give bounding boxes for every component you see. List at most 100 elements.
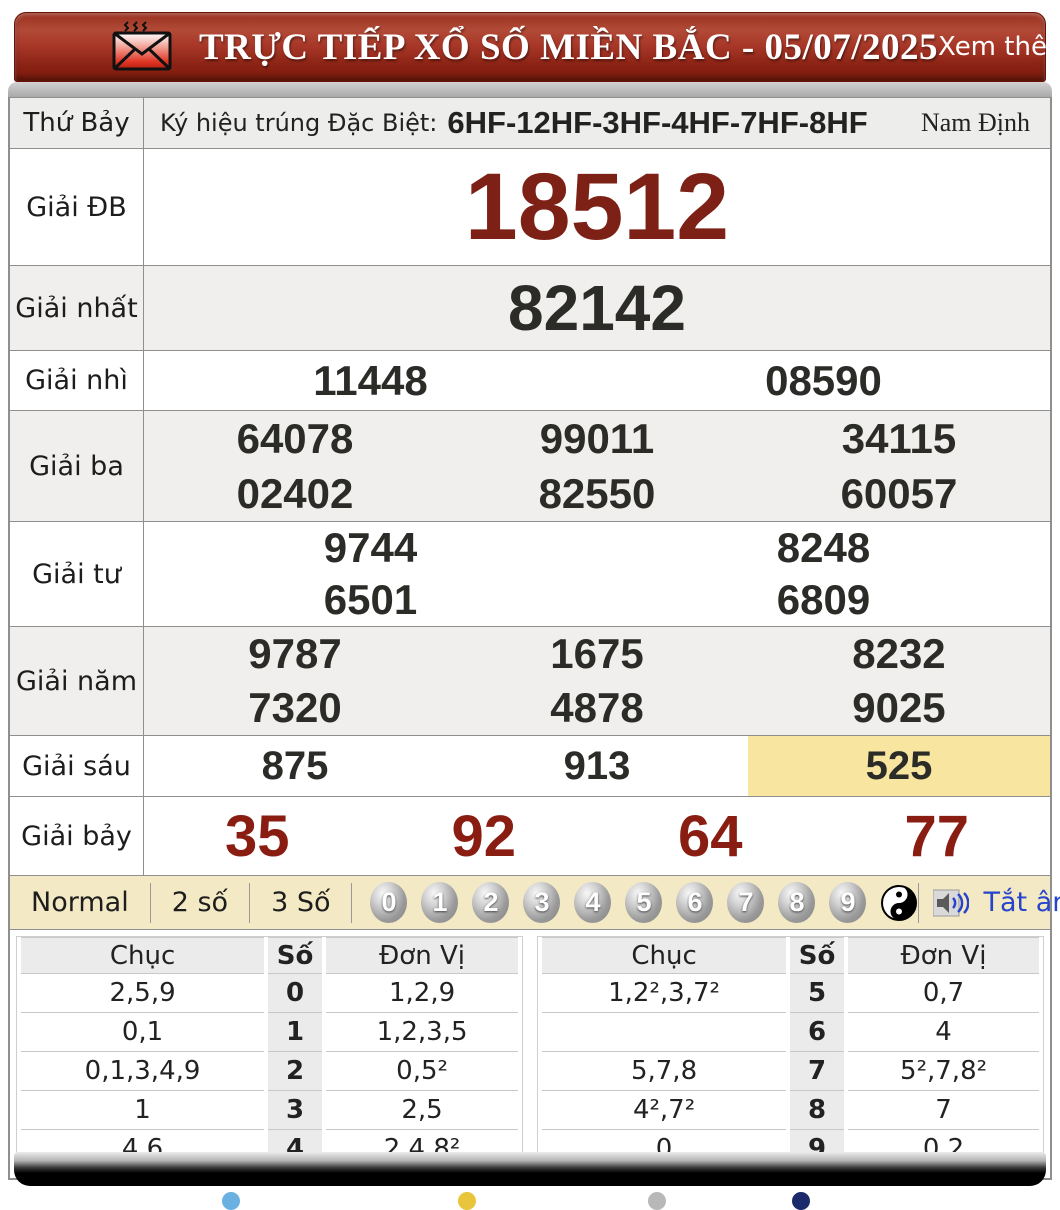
- digit-button-8[interactable]: 8: [778, 882, 816, 923]
- social-icon-partial[interactable]: [458, 1192, 476, 1210]
- digit-button-9[interactable]: 9: [829, 882, 867, 923]
- digit-button-3[interactable]: 3: [523, 882, 561, 923]
- prize-number: 02402: [236, 469, 354, 517]
- chuc-cell: 2,5,9: [21, 974, 265, 1013]
- prize-number: 4878: [550, 684, 644, 731]
- digit-button-2[interactable]: 2: [472, 882, 510, 923]
- prize-row-seventh: Giải bảy 35 92 64 77: [10, 797, 1050, 876]
- prize-row-first: Giải nhất 82142: [10, 266, 1050, 351]
- prize-number: 1675: [550, 630, 644, 677]
- prize-row-fifth: Giải năm 9787 1675 8232 7320 4878 9025: [10, 627, 1050, 736]
- table-row: 2,5,9 0 1,2,9: [21, 974, 518, 1013]
- donvi-cell: 4: [848, 1013, 1039, 1052]
- digit-button-0[interactable]: 0: [370, 882, 408, 923]
- prize-label: Giải sáu: [10, 736, 144, 796]
- prize-label: Giải bảy: [10, 797, 144, 875]
- chuc-cell: 1,2²,3,7²: [542, 974, 787, 1013]
- digit-cell: 8: [790, 1091, 845, 1130]
- prize-row-third: Giải ba 64078 99011 34115 02402 82550 60…: [10, 411, 1050, 522]
- yin-yang-icon[interactable]: [880, 884, 918, 922]
- prize-number: 18512: [464, 153, 730, 260]
- prize-row-sixth: Giải sáu 875 913 525: [10, 736, 1050, 797]
- col-header-so: Số: [790, 937, 845, 974]
- prize-number: 7320: [248, 684, 342, 731]
- mute-toggle[interactable]: Tắt âm: [983, 887, 1060, 918]
- speaker-icon[interactable]: [933, 889, 970, 917]
- province-name: Nam Định: [920, 108, 1030, 137]
- stats-table-right: Chục Số Đơn Vị 1,2²,3,7² 5 0,7 6 4 5,7,8…: [537, 936, 1044, 1170]
- table-row: 1 3 2,5: [21, 1091, 518, 1130]
- chuc-cell: 1: [21, 1091, 265, 1130]
- prize-number: 82142: [508, 272, 686, 344]
- chuc-cell: 5,7,8: [542, 1052, 787, 1091]
- special-sign-value: 6HF-12HF-3HF-4HF-7HF-8HF: [447, 105, 868, 140]
- draw-day: Thứ Bảy: [10, 98, 144, 148]
- prize-number: 6501: [323, 576, 418, 623]
- digit-cell: 6: [790, 1013, 845, 1052]
- mode-button-2so[interactable]: 2 số: [151, 887, 249, 918]
- prize-row-special: Giải ĐB 18512: [10, 149, 1050, 266]
- prize-row-second: Giải nhì 11448 08590: [10, 351, 1050, 411]
- col-header-chuc: Chục: [21, 937, 265, 974]
- digit-button-6[interactable]: 6: [676, 882, 714, 923]
- table-row: 4²,7² 8 7: [542, 1091, 1039, 1130]
- divider: [351, 882, 353, 923]
- col-header-donvi: Đơn Vị: [848, 937, 1039, 974]
- prize-label: Giải ba: [10, 411, 144, 521]
- page-title: TRỰC TIẾP XỔ SỐ MIỀN BẮC - 05/07/2025: [199, 26, 939, 68]
- donvi-cell: 0,5²: [326, 1052, 518, 1091]
- social-icon-partial[interactable]: [792, 1192, 810, 1210]
- table-header-row: Chục Số Đơn Vị: [21, 937, 518, 974]
- prize-number: 60057: [840, 469, 958, 517]
- prize-label: Giải tư: [10, 522, 144, 626]
- mail-icon: [109, 19, 175, 75]
- digit-cell: 0: [268, 974, 323, 1013]
- table-header-row: Chục Số Đơn Vị: [542, 937, 1039, 974]
- table-row: 5,7,8 7 5²,7,8²: [542, 1052, 1039, 1091]
- header-bar: TRỰC TIẾP XỔ SỐ MIỀN BẮC - 05/07/2025 Xe…: [14, 12, 1060, 82]
- mode-button-3so[interactable]: 3 Số: [250, 887, 351, 918]
- social-icon-partial[interactable]: [648, 1192, 666, 1210]
- widget-base-bar: [14, 1152, 1046, 1186]
- donvi-cell: 7: [848, 1091, 1039, 1130]
- prize-label: Giải ĐB: [10, 149, 144, 265]
- prize-label: Giải nhì: [10, 351, 144, 410]
- table-row: 0,1 1 1,2,3,5: [21, 1013, 518, 1052]
- prize-number: 913: [563, 743, 631, 788]
- mode-button-normal[interactable]: Normal: [10, 887, 150, 918]
- donvi-cell: 5²,7,8²: [848, 1052, 1039, 1091]
- donvi-cell: 2,5: [326, 1091, 518, 1130]
- special-sign-label: Ký hiệu trúng Đặc Biệt:: [160, 109, 438, 137]
- lottery-results-table: Thứ Bảy Ký hiệu trúng Đặc Biệt: 6HF-12HF…: [8, 97, 1060, 1180]
- prize-number: 77: [904, 803, 969, 869]
- prize-number: 34115: [841, 414, 957, 462]
- col-header-chuc: Chục: [542, 937, 787, 974]
- chuc-cell: 4²,7²: [542, 1091, 787, 1130]
- draw-info-row: Thứ Bảy Ký hiệu trúng Đặc Biệt: 6HF-12HF…: [10, 98, 1050, 149]
- table-row: 0,1,3,4,9 2 0,5²: [21, 1052, 518, 1091]
- digit-cell: 3: [268, 1091, 323, 1130]
- digit-cell: 1: [268, 1013, 323, 1052]
- prize-number: 64078: [236, 414, 354, 462]
- control-bar: Normal 2 số 3 Số 0 1 2 3 4 5 6 7 8 9 Tắt…: [10, 876, 1060, 930]
- social-icon-partial[interactable]: [222, 1192, 240, 1210]
- chuc-cell: 0,1: [21, 1013, 265, 1052]
- digit-button-4[interactable]: 4: [574, 882, 612, 923]
- digit-button-1[interactable]: 1: [421, 882, 459, 923]
- table-row: 1,2²,3,7² 5 0,7: [542, 974, 1039, 1013]
- digit-filter-buttons: 0 1 2 3 4 5 6 7 8 9: [370, 882, 918, 923]
- head-tail-stats: Chục Số Đơn Vị 2,5,9 0 1,2,9 0,1 1 1,2,3…: [10, 930, 1050, 1178]
- see-more-link[interactable]: Xem thêm!...: [938, 32, 1060, 62]
- donvi-cell: 0,7: [848, 974, 1039, 1013]
- prize-number: 92: [451, 803, 516, 869]
- digit-cell: 2: [268, 1052, 323, 1091]
- digit-button-5[interactable]: 5: [625, 882, 663, 923]
- prize-number-highlighted: 525: [747, 736, 1050, 796]
- divider: [918, 882, 920, 923]
- prize-number: 9744: [323, 524, 418, 571]
- digit-button-7[interactable]: 7: [727, 882, 765, 923]
- prize-label: Giải nhất: [10, 266, 144, 350]
- prize-number: 875: [261, 743, 329, 788]
- prize-number: 8248: [776, 524, 871, 571]
- donvi-cell: 1,2,9: [326, 974, 518, 1013]
